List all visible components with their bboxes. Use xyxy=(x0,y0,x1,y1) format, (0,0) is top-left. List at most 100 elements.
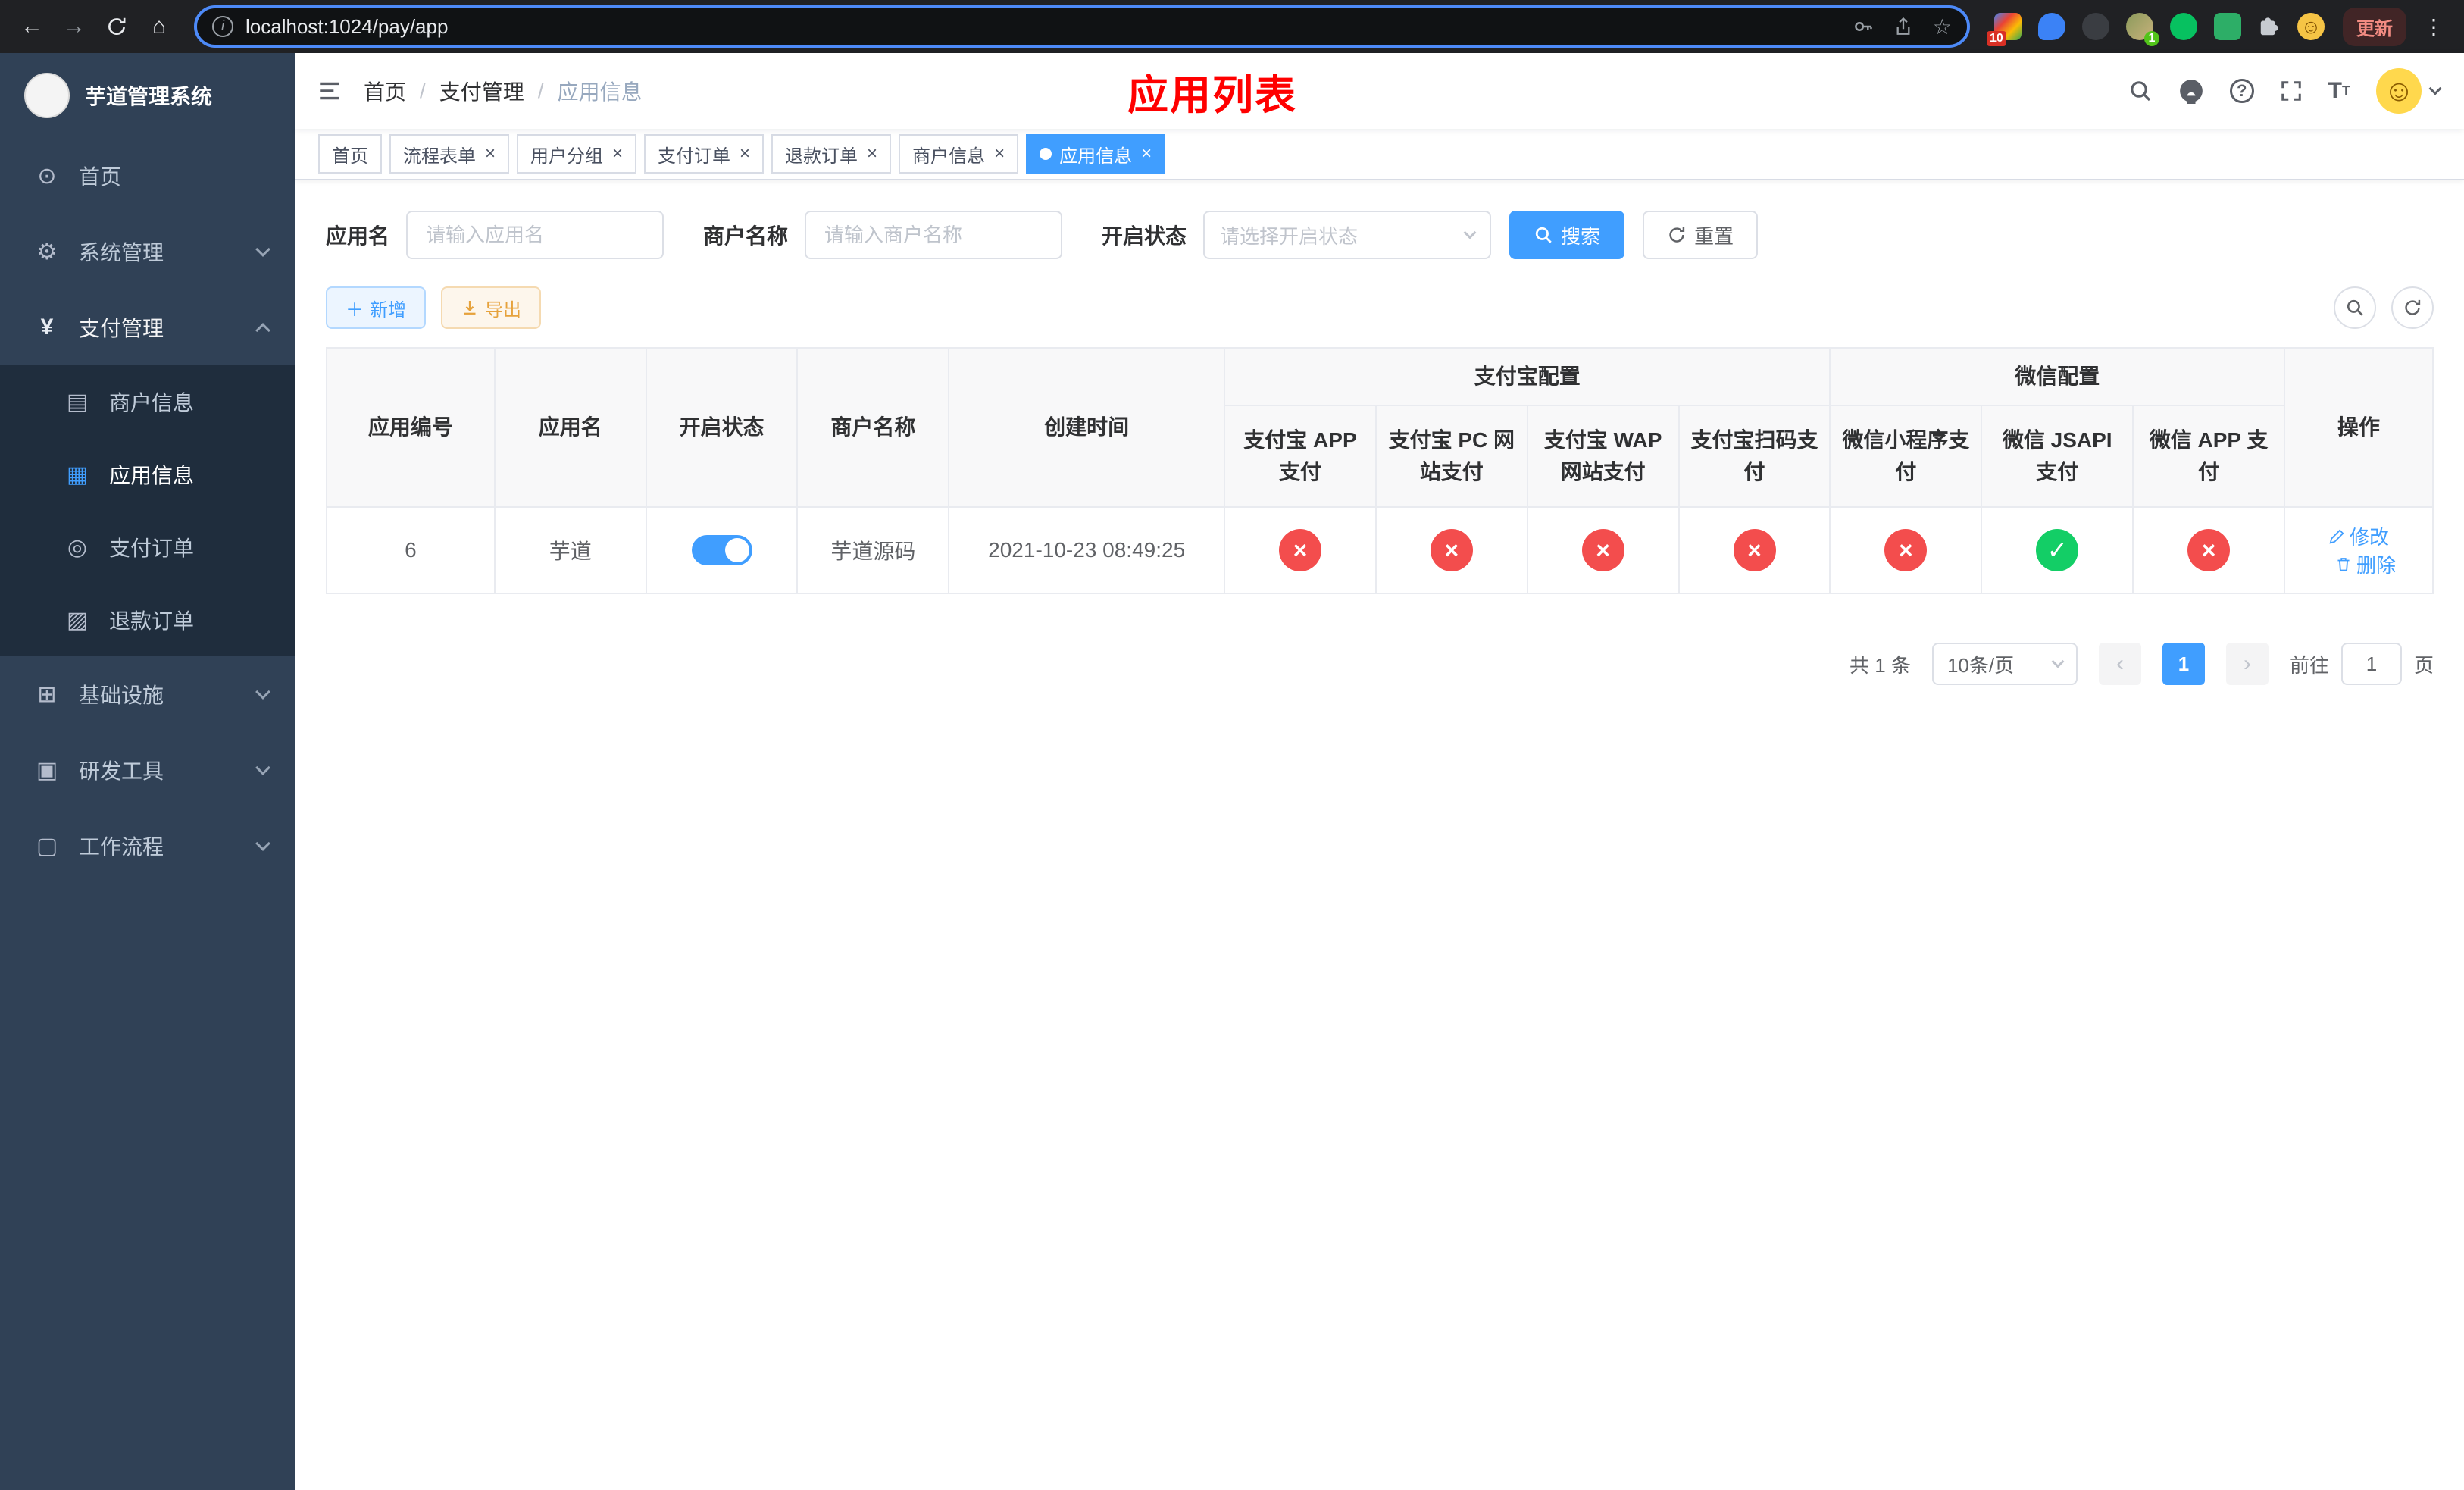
app-logo-row[interactable]: 芋道管理系统 xyxy=(0,53,295,138)
password-key-icon[interactable] xyxy=(1853,16,1874,37)
toggle-search-button[interactable] xyxy=(2334,286,2376,329)
tab-close-icon[interactable]: × xyxy=(485,145,496,163)
app-name-input[interactable] xyxy=(406,211,664,259)
tab-merchant-info[interactable]: 商户信息 × xyxy=(899,134,1019,174)
col-app-name: 应用名 xyxy=(493,347,647,508)
share-icon[interactable] xyxy=(1893,17,1913,36)
tab-close-icon[interactable]: × xyxy=(867,145,877,163)
status-wechat-mini-icon: × xyxy=(1884,529,1928,571)
enabled-switch[interactable] xyxy=(691,535,752,565)
search-button[interactable]: 搜索 xyxy=(1509,211,1625,259)
breadcrumb-home[interactable]: 首页 xyxy=(364,76,406,106)
browser-chrome: ← → ⌂ i localhost:1024/pay/app ☆ 10 1 ☺ … xyxy=(0,0,2464,53)
back-button[interactable]: ← xyxy=(12,7,52,46)
tab-refund-order[interactable]: 退款订单 × xyxy=(771,134,892,174)
merchant-name-input[interactable] xyxy=(805,211,1063,259)
cell-app-name: 芋道 xyxy=(493,506,647,594)
tab-close-icon[interactable]: × xyxy=(1141,145,1152,163)
delete-link[interactable]: 删除 xyxy=(2335,550,2396,578)
github-icon[interactable] xyxy=(2178,78,2204,104)
sidebar-item-refund-order[interactable]: ▨ 退款订单 xyxy=(0,584,295,656)
app-logo xyxy=(24,73,70,118)
site-info-icon[interactable]: i xyxy=(212,16,233,37)
sidebar-item-system[interactable]: ⚙ 系统管理 xyxy=(0,214,295,290)
col-app-id: 应用编号 xyxy=(326,347,496,508)
home-button[interactable]: ⌂ xyxy=(139,7,179,46)
edit-link[interactable]: 修改 xyxy=(2328,522,2389,550)
tab-app-info[interactable]: 应用信息 × xyxy=(1026,134,1166,174)
cell-created: 2021-10-23 08:49:25 xyxy=(948,506,1226,594)
next-page-button[interactable]: › xyxy=(2225,643,2269,685)
extensions-puzzle-icon[interactable] xyxy=(2258,15,2281,38)
extension-icon-wechat[interactable] xyxy=(2170,13,2197,40)
status-label: 开启状态 xyxy=(1102,224,1187,248)
sidebar-item-devtools[interactable]: ▣ 研发工具 xyxy=(0,732,295,808)
sidebar-item-infrastructure[interactable]: ⊞ 基础设施 xyxy=(0,656,295,732)
extension-icon-avatar[interactable]: 1 xyxy=(2126,13,2159,46)
dashboard-icon: ⊙ xyxy=(37,163,57,189)
sidebar-item-workflow[interactable]: ▢ 工作流程 xyxy=(0,808,295,884)
reset-button[interactable]: 重置 xyxy=(1643,211,1759,259)
group-alipay-config: 支付宝配置 xyxy=(1224,347,1831,406)
chrome-update-button[interactable]: 更新 xyxy=(2343,7,2406,46)
toolbar-right xyxy=(2334,286,2434,329)
chevron-down-icon xyxy=(2428,82,2442,95)
col-wechat-app: 微信 APP 支付 xyxy=(2132,405,2285,508)
goto-page-input[interactable] xyxy=(2340,643,2402,685)
chevron-down-icon xyxy=(255,242,270,257)
total-label: 共 1 条 xyxy=(1850,653,1911,677)
sidebar-item-pay-order[interactable]: ◎ 支付订单 xyxy=(0,511,295,584)
tab-home[interactable]: 首页 xyxy=(318,134,382,174)
tab-process-form[interactable]: 流程表单 × xyxy=(389,134,510,174)
sidebar-item-merchant-info[interactable]: ▤ 商户信息 xyxy=(0,365,295,438)
status-alipay-wap-icon: × xyxy=(1581,529,1624,571)
plus-icon: ＋ xyxy=(346,299,364,321)
table-row: 6 芋道 芋道源码 2021-10-23 08:49:25 × × × × × … xyxy=(326,506,2434,594)
col-alipay-qr: 支付宝扫码支付 xyxy=(1678,405,1831,508)
cell-app-id: 6 xyxy=(326,506,496,594)
pagination: 共 1 条 10条/页 ‹ 1 › 前往 页 xyxy=(326,643,2434,685)
prev-page-button[interactable]: ‹ xyxy=(2098,643,2141,685)
bookmark-star-icon[interactable]: ☆ xyxy=(1933,14,1952,39)
tab-user-group[interactable]: 用户分组 × xyxy=(517,134,637,174)
tab-close-icon[interactable]: × xyxy=(740,145,750,163)
refresh-table-button[interactable] xyxy=(2391,286,2434,329)
sidebar-item-home[interactable]: ⊙ 首页 xyxy=(0,138,295,214)
active-tab-dot xyxy=(1040,148,1052,160)
chevron-down-icon xyxy=(2051,655,2065,668)
document-icon: ▨ xyxy=(66,607,89,633)
page-size-select[interactable]: 10条/页 xyxy=(1931,643,2078,685)
profile-avatar[interactable]: ☺ xyxy=(2297,13,2325,40)
reload-button[interactable] xyxy=(97,7,136,46)
search-icon[interactable] xyxy=(2128,79,2153,103)
tab-close-icon[interactable]: × xyxy=(612,145,623,163)
tab-close-icon[interactable]: × xyxy=(994,145,1005,163)
extension-icon-green-square[interactable] xyxy=(2214,13,2241,40)
browser-menu-icon[interactable]: ⋮ xyxy=(2416,14,2452,39)
user-avatar-menu[interactable]: ☺ xyxy=(2376,68,2442,114)
col-actions: 操作 xyxy=(2284,347,2434,508)
url-text: localhost:1024/pay/app xyxy=(245,14,449,38)
yen-icon: ¥ xyxy=(40,315,54,340)
export-button[interactable]: 导出 xyxy=(441,286,541,329)
font-size-icon[interactable]: TT xyxy=(2328,80,2350,102)
page-1-button[interactable]: 1 xyxy=(2162,643,2205,685)
add-button[interactable]: ＋ 新增 xyxy=(326,286,426,329)
address-bar[interactable]: i localhost:1024/pay/app ☆ xyxy=(194,5,1970,48)
sidebar-item-app-info[interactable]: ▦ 应用信息 xyxy=(0,438,295,511)
hamburger-icon[interactable] xyxy=(295,78,364,104)
group-wechat-config: 微信配置 xyxy=(1829,347,2285,406)
status-select[interactable]: 请选择开启状态 xyxy=(1203,211,1492,259)
help-icon[interactable]: ? xyxy=(2229,79,2254,103)
chevron-down-icon xyxy=(255,684,270,700)
extension-icon-blue-drop[interactable] xyxy=(2038,13,2065,40)
extension-icon-colorful[interactable]: 10 xyxy=(1987,13,2022,46)
extension-icon-dark[interactable] xyxy=(2082,13,2109,40)
sidebar-item-payment[interactable]: ¥ 支付管理 xyxy=(0,290,295,365)
forward-button[interactable]: → xyxy=(55,7,94,46)
fullscreen-icon[interactable] xyxy=(2280,80,2303,102)
main-area: 首页 / 支付管理 / 应用信息 应用列表 ? TT ☺ 首页 流程表单 × 用… xyxy=(295,53,2464,1490)
tab-pay-order[interactable]: 支付订单 × xyxy=(644,134,765,174)
navbar-actions: ? TT ☺ xyxy=(2128,68,2464,114)
breadcrumb-payment[interactable]: 支付管理 xyxy=(439,76,524,106)
